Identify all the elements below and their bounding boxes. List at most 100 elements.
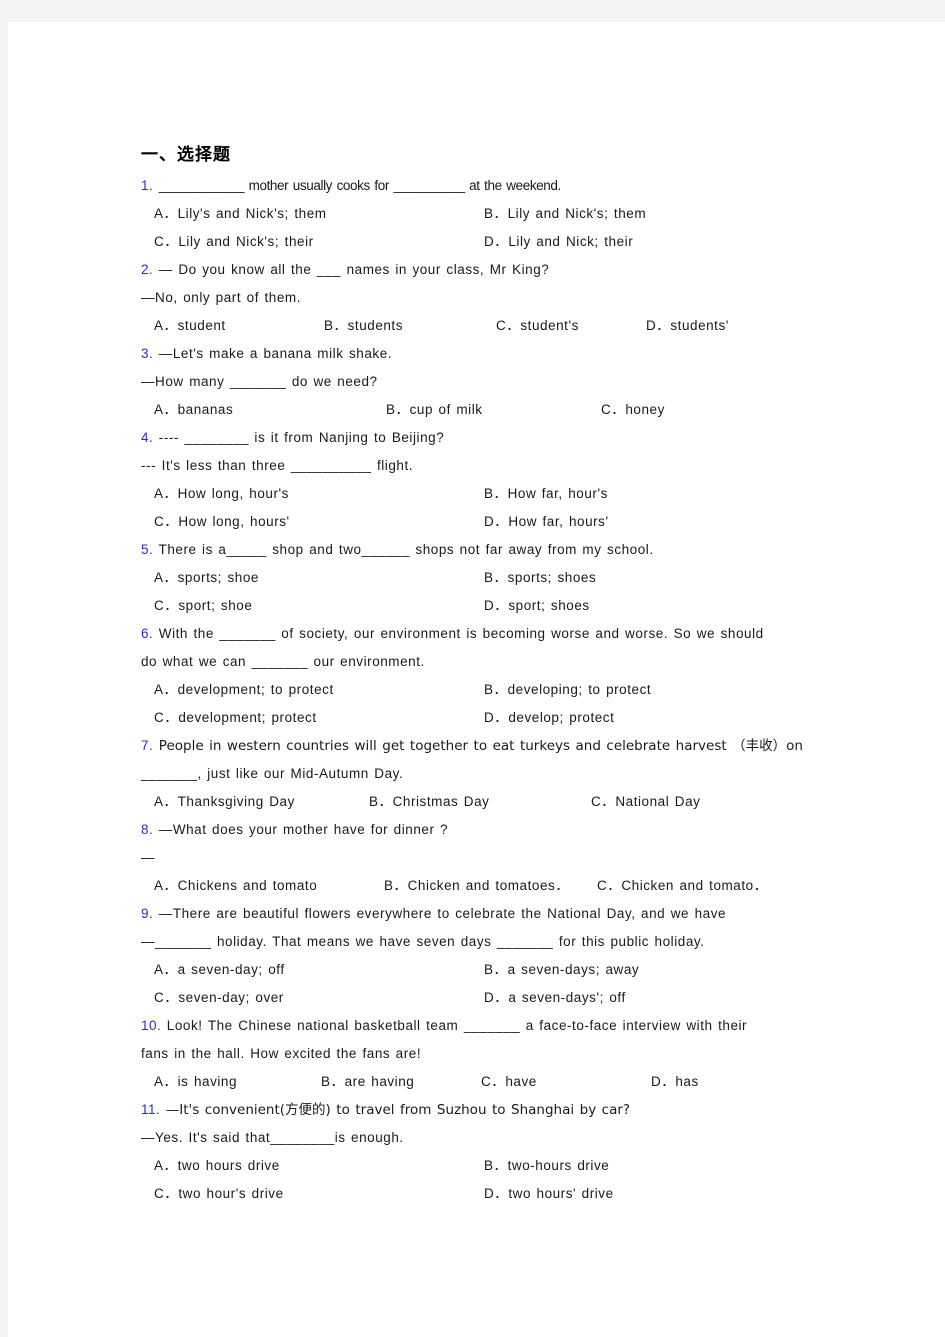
option-c[interactable]: C．student's <box>496 312 579 340</box>
question-3: 3. —Let's make a banana milk shake. —How… <box>141 340 831 424</box>
option-a[interactable]: A．Lily's and Nick's; them <box>154 200 327 228</box>
option-a[interactable]: A．is having <box>154 1068 237 1096</box>
option-b[interactable]: B．Lily and Nick's; them <box>484 200 646 228</box>
option-b[interactable]: B．two-hours drive <box>484 1152 609 1180</box>
option-d[interactable]: D．develop; protect <box>484 704 614 732</box>
option-a[interactable]: A．a seven-day; off <box>154 956 285 984</box>
question-stem-line: 3. —Let's make a banana milk shake. <box>141 340 831 368</box>
question-stem-line: 6. With the _______ of society, our envi… <box>141 620 831 648</box>
option-a[interactable]: A．Thanksgiving Day <box>154 788 295 816</box>
question-stem-line: 10. Look! The Chinese national basketbal… <box>141 1012 831 1040</box>
option-a[interactable]: A．student <box>154 312 226 340</box>
option-b[interactable]: B．sports; shoes <box>484 564 596 592</box>
option-c[interactable]: C．Lily and Nick's; their <box>154 228 314 256</box>
option-b[interactable]: B．students <box>324 312 403 340</box>
option-a[interactable]: A．sports; shoe <box>154 564 259 592</box>
option-a[interactable]: A．Chickens and tomato <box>154 872 317 900</box>
option-a[interactable]: A．How long, hour's <box>154 480 289 508</box>
option-d[interactable]: D．has <box>651 1068 699 1096</box>
question-9: 9. —There are beautiful flowers everywhe… <box>141 900 831 1012</box>
question-stem-text: Look! The Chinese national basketball te… <box>166 1018 748 1033</box>
option-c[interactable]: C．have <box>481 1068 537 1096</box>
question-stem-line: 11. —It's convenient(方便的) to travel from… <box>141 1096 831 1124</box>
option-d[interactable]: D．Lily and Nick; their <box>484 228 633 256</box>
option-d[interactable]: D．two hours' drive <box>484 1180 614 1208</box>
question-stem-text: — Do you know all the ___ names in your … <box>158 262 550 277</box>
question-11: 11. —It's convenient(方便的) to travel from… <box>141 1096 831 1208</box>
question-stem-text: People in western countries will get tog… <box>158 738 803 754</box>
question-5: 5. There is a_____ shop and two______ sh… <box>141 536 831 620</box>
question-stem-line: 4. ---- ________ is it from Nanjing to B… <box>141 424 831 452</box>
question-stem-text: There is a_____ shop and two______ shops… <box>158 542 654 557</box>
question-number: 5. <box>141 542 154 557</box>
option-d[interactable]: D．sport; shoes <box>484 592 590 620</box>
option-row: A．Thanksgiving Day B．Christmas Day C．Nat… <box>141 788 831 816</box>
option-row: A．Chickens and tomato B．Chicken and toma… <box>141 872 831 900</box>
question-stem-text: —It's convenient(方便的) to travel from Suz… <box>165 1102 631 1118</box>
option-b[interactable]: B．are having <box>321 1068 414 1096</box>
option-row: C．seven-day; over D．a seven-days'; off <box>141 984 831 1012</box>
option-c[interactable]: C．two hour's drive <box>154 1180 284 1208</box>
question-answer-line: — <box>141 844 831 872</box>
question-number: 1. <box>141 178 154 193</box>
option-c[interactable]: C．How long, hours' <box>154 508 290 536</box>
question-stem-line: do what we can _______ our environment. <box>141 648 831 676</box>
question-2: 2. — Do you know all the ___ names in yo… <box>141 256 831 340</box>
option-b[interactable]: B．a seven-days; away <box>484 956 639 984</box>
option-row: A．How long, hour's B．How far, hour's <box>141 480 831 508</box>
question-7: 7. People in western countries will get … <box>141 732 831 816</box>
option-d[interactable]: D．How far, hours' <box>484 508 609 536</box>
option-b[interactable]: B．Christmas Day <box>369 788 489 816</box>
option-a[interactable]: A．two hours drive <box>154 1152 280 1180</box>
option-row: A．is having B．are having C．have D．has <box>141 1068 831 1096</box>
question-stem-text: —_______ holiday. That means we have sev… <box>141 934 705 949</box>
question-8: 8. —What does your mother have for dinne… <box>141 816 831 900</box>
question-stem-text: _______, just like our Mid-Autumn Day. <box>141 766 404 781</box>
option-row: A．bananas B．cup of milk C．honey <box>141 396 831 424</box>
option-d[interactable]: D．a seven-days'; off <box>484 984 626 1012</box>
document-page: 一、选择题 1. ____________ mother usually coo… <box>8 22 945 1337</box>
question-number: 10. <box>141 1018 162 1033</box>
page-left-strip <box>0 22 8 1337</box>
option-a[interactable]: A．bananas <box>154 396 233 424</box>
question-stem-line: fans in the hall. How excited the fans a… <box>141 1040 831 1068</box>
question-stem-text: do what we can _______ our environment. <box>141 654 425 669</box>
option-row: A．development; to protect B．developing; … <box>141 676 831 704</box>
option-row: A．Lily's and Nick's; them B．Lily and Nic… <box>141 200 831 228</box>
option-c[interactable]: C．sport; shoe <box>154 592 252 620</box>
question-stem-text: —Yes. It's said that________is enough. <box>141 1130 404 1145</box>
option-b[interactable]: B．Chicken and tomatoes． <box>384 872 569 900</box>
option-c[interactable]: C．National Day <box>591 788 700 816</box>
option-row: C．Lily and Nick's; their D．Lily and Nick… <box>141 228 831 256</box>
question-stem-line: 7. People in western countries will get … <box>141 732 831 760</box>
option-a[interactable]: A．development; to protect <box>154 676 334 704</box>
question-stem-line: —No, only part of them. <box>141 284 831 312</box>
question-stem-line: _______, just like our Mid-Autumn Day. <box>141 760 831 788</box>
option-b[interactable]: B．How far, hour's <box>484 480 608 508</box>
question-stem-text: —There are beautiful flowers everywhere … <box>158 906 727 921</box>
option-row: C．two hour's drive D．two hours' drive <box>141 1180 831 1208</box>
question-stem-text: ---- ________ is it from Nanjing to Beij… <box>158 430 445 445</box>
question-stem-line: 8. —What does your mother have for dinne… <box>141 816 831 844</box>
question-stem-line: —How many _______ do we need? <box>141 368 831 396</box>
option-b[interactable]: B．developing; to protect <box>484 676 651 704</box>
question-number: 9. <box>141 906 154 921</box>
option-row: A．two hours drive B．two-hours drive <box>141 1152 831 1180</box>
question-10: 10. Look! The Chinese national basketbal… <box>141 1012 831 1096</box>
option-c[interactable]: C．development; protect <box>154 704 317 732</box>
option-c[interactable]: C．Chicken and tomato． <box>597 872 768 900</box>
option-c[interactable]: C．seven-day; over <box>154 984 284 1012</box>
option-c[interactable]: C．honey <box>601 396 665 424</box>
question-number: 4. <box>141 430 154 445</box>
option-b[interactable]: B．cup of milk <box>386 396 483 424</box>
question-stem-line: —Yes. It's said that________is enough. <box>141 1124 831 1152</box>
question-number: 8. <box>141 822 154 837</box>
question-stem-line: 5. There is a_____ shop and two______ sh… <box>141 536 831 564</box>
option-d[interactable]: D．students' <box>646 312 729 340</box>
document-body: 一、选择题 1. ____________ mother usually coo… <box>141 144 831 1208</box>
option-row: C．How long, hours' D．How far, hours' <box>141 508 831 536</box>
question-stem-text: --- It's less than three __________ flig… <box>141 458 414 473</box>
question-stem-text: fans in the hall. How excited the fans a… <box>141 1046 422 1061</box>
question-number: 6. <box>141 626 154 641</box>
question-stem-text: —No, only part of them. <box>141 290 302 305</box>
